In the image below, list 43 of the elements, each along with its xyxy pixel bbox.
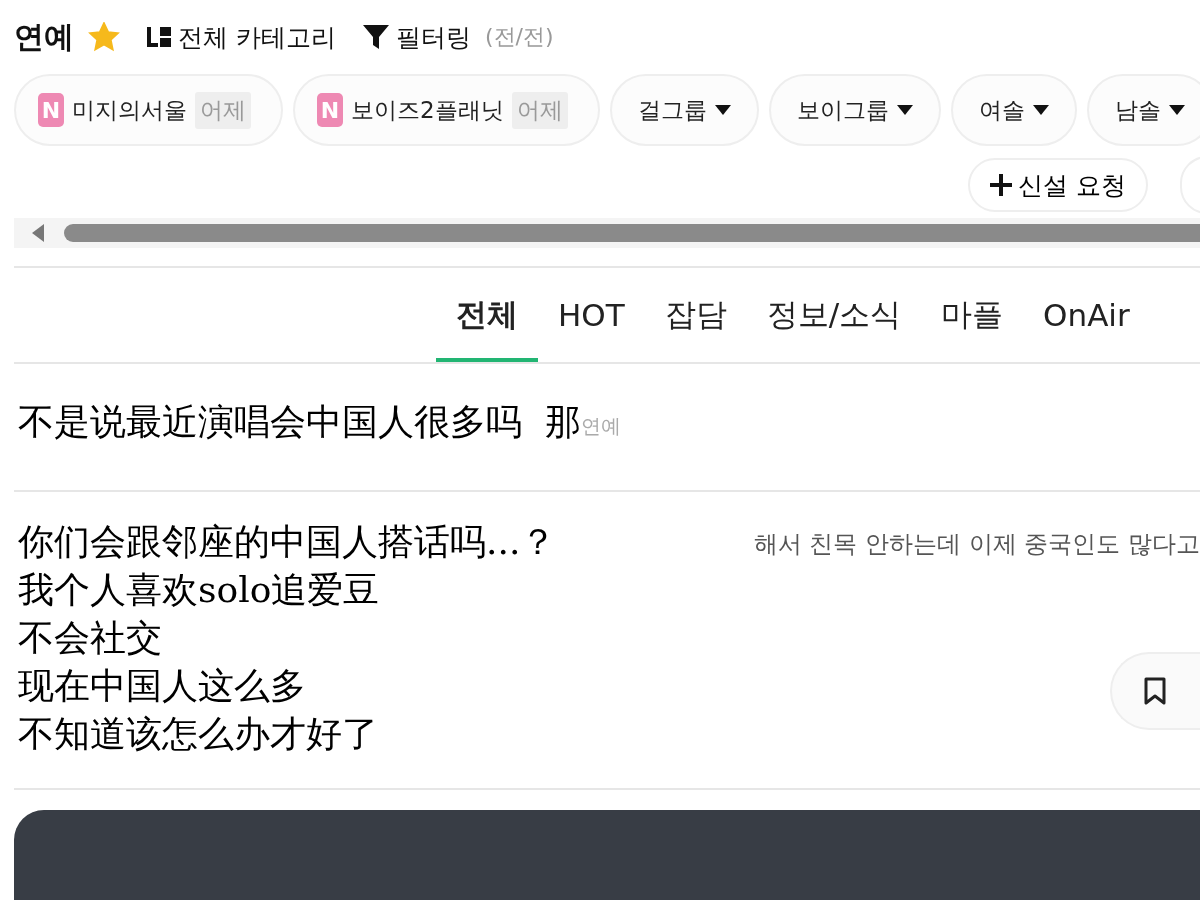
filter-icon (361, 24, 390, 50)
filter-chip[interactable]: 여솔 (950, 74, 1077, 146)
filter-chip[interactable]: 걸그룹 (609, 74, 759, 146)
caret-icon (1168, 105, 1185, 115)
board-name: 미지의서울 (72, 95, 187, 125)
caret-icon (896, 105, 913, 115)
board-name: 보이즈2플래닛 (351, 95, 504, 125)
bookmark-button[interactable] (1110, 652, 1200, 730)
tab[interactable]: OnAir (1023, 286, 1150, 362)
request-button[interactable]: 신설 요청 (968, 158, 1148, 212)
star-icon[interactable] (88, 22, 120, 52)
filter-range: (전/전) (484, 23, 554, 51)
caret-icon (714, 105, 731, 115)
post-text-line: 现在中国人这么多 (18, 664, 307, 708)
time-label: 어제 (195, 91, 251, 129)
post-preview: 해서 친목 안하는데 이제 중국인도 많다고 (753, 529, 1200, 560)
post-title[interactable]: 不是说最近演唱会中国人很多吗 那 (18, 398, 581, 446)
board-title: 연예 (14, 17, 74, 56)
post-text-line: 不会社交 (18, 616, 163, 660)
filter-button[interactable]: 필터링 (361, 20, 471, 54)
tab[interactable]: HOT (538, 286, 645, 362)
scrollbar-thumb[interactable] (64, 224, 1200, 242)
category-icon (146, 25, 172, 49)
tab[interactable]: 정보/소식 (746, 286, 922, 362)
post-text-line: 不知道该怎么办才好了 (18, 712, 379, 756)
post-text-line: 你们会跟邻座的中国人搭话吗...？ (18, 520, 557, 564)
caret-icon (1032, 105, 1049, 115)
scrollbar[interactable] (14, 218, 1200, 248)
board-chip[interactable]: N 보이즈2플래닛 어제 (293, 74, 600, 146)
filter-chip[interactable]: 보이그룹 (768, 74, 941, 146)
filter-chip[interactable]: 남솔 (1086, 74, 1200, 146)
plus-icon (990, 174, 1012, 196)
tab[interactable]: 마플 (921, 286, 1024, 362)
post-text-line: 我个人喜欢solo追爱豆 (18, 568, 381, 612)
bookmark-icon (1144, 677, 1166, 705)
new-badge: N (317, 93, 343, 127)
category-tag: 연예 (580, 413, 621, 440)
new-badge: N (38, 93, 64, 127)
left-arrow-icon[interactable] (32, 224, 44, 242)
time-label: 어제 (511, 91, 568, 129)
tab[interactable]: 잡담 (644, 286, 747, 362)
board-chip[interactable]: N 미지의서울 어제 (14, 74, 283, 146)
category-button[interactable]: 전체 카테고리 (146, 20, 336, 54)
